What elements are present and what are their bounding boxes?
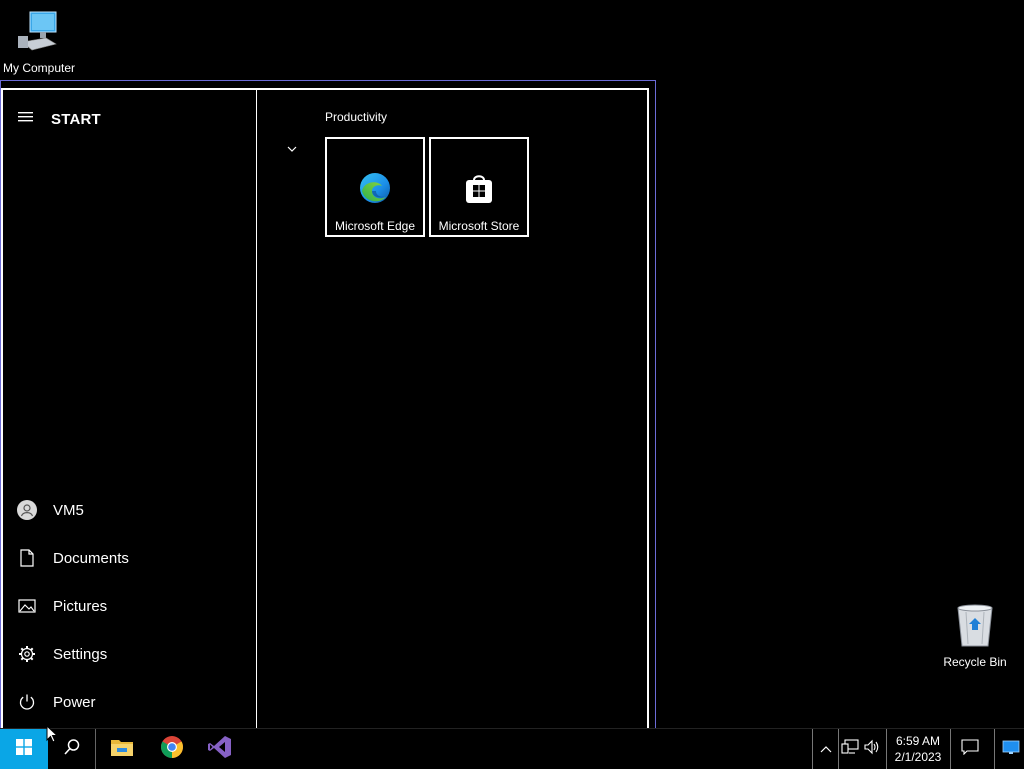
document-icon xyxy=(17,548,37,568)
start-tiles-area: Productivity Microsoft Edge Microsoft St… xyxy=(257,90,647,728)
action-center-button[interactable] xyxy=(952,729,988,769)
start-item-label: Documents xyxy=(53,549,129,567)
speaker-icon xyxy=(863,739,881,760)
start-item-power[interactable]: Power xyxy=(17,686,96,718)
network-icon xyxy=(841,738,859,760)
mouse-cursor-icon xyxy=(46,724,59,748)
taskbar-chrome[interactable] xyxy=(148,729,196,769)
tile-label: Microsoft Store xyxy=(438,219,520,233)
start-menu: START VM5 Documents Pictures Settings Po… xyxy=(1,88,649,728)
tray-divider xyxy=(812,729,813,769)
tile-group-title: Productivity xyxy=(325,110,388,124)
desktop-icon-label: Recycle Bin xyxy=(943,655,1007,669)
start-item-settings[interactable]: Settings xyxy=(17,638,107,670)
file-explorer-icon xyxy=(110,737,134,762)
hamburger-menu-icon[interactable] xyxy=(17,110,35,129)
visual-studio-icon xyxy=(207,734,233,765)
edge-icon xyxy=(358,171,392,205)
start-menu-sidebar: START VM5 Documents Pictures Settings Po… xyxy=(3,90,257,728)
chrome-icon xyxy=(160,735,184,764)
start-item-label: Pictures xyxy=(53,597,108,615)
user-avatar-icon xyxy=(17,500,37,520)
tile-microsoft-store[interactable]: Microsoft Store xyxy=(429,137,529,237)
tile-label: Microsoft Edge xyxy=(334,219,416,233)
start-item-label: Settings xyxy=(53,645,108,663)
desktop-icon-my-computer[interactable]: My Computer xyxy=(0,8,84,75)
tray-divider xyxy=(950,729,951,769)
tray-divider xyxy=(994,729,995,769)
clock-date: 2/1/2023 xyxy=(894,750,942,764)
desktop-icon-label: My Computer xyxy=(2,61,76,75)
power-icon xyxy=(17,692,37,712)
start-button[interactable] xyxy=(0,729,48,769)
start-item-pictures[interactable]: Pictures xyxy=(17,590,107,622)
taskbar: 6:59 AM 2/1/2023 xyxy=(0,728,1024,769)
start-title: START xyxy=(51,111,101,128)
store-icon xyxy=(462,171,496,205)
volume-button[interactable] xyxy=(861,729,883,769)
start-user[interactable]: VM5 xyxy=(17,494,84,526)
search-icon xyxy=(63,738,81,761)
taskbar-file-explorer[interactable] xyxy=(98,729,146,769)
computer-icon xyxy=(16,8,62,59)
show-desktop-button[interactable] xyxy=(998,729,1024,769)
desktop-preview-icon xyxy=(1002,739,1020,760)
notification-icon xyxy=(961,738,979,760)
clock-time: 6:59 AM xyxy=(895,734,941,748)
tray-divider xyxy=(886,729,887,769)
show-hidden-icons-button[interactable] xyxy=(814,729,838,769)
desktop-icon-recycle-bin[interactable]: Recycle Bin xyxy=(930,602,1020,669)
start-item-label: Power xyxy=(53,693,96,711)
recycle-bin-icon xyxy=(953,602,997,653)
user-name: VM5 xyxy=(53,501,84,519)
taskbar-visual-studio[interactable] xyxy=(196,729,244,769)
start-item-documents[interactable]: Documents xyxy=(17,542,129,574)
taskbar-clock[interactable]: 6:59 AM 2/1/2023 xyxy=(888,729,948,769)
tile-microsoft-edge[interactable]: Microsoft Edge xyxy=(325,137,425,237)
start-header: START xyxy=(17,110,101,129)
network-button[interactable] xyxy=(839,729,861,769)
chevron-down-icon[interactable] xyxy=(287,140,297,158)
gear-icon xyxy=(17,644,37,664)
chevron-up-icon xyxy=(820,740,832,758)
pictures-icon xyxy=(17,596,37,616)
windows-logo-icon xyxy=(16,738,32,760)
